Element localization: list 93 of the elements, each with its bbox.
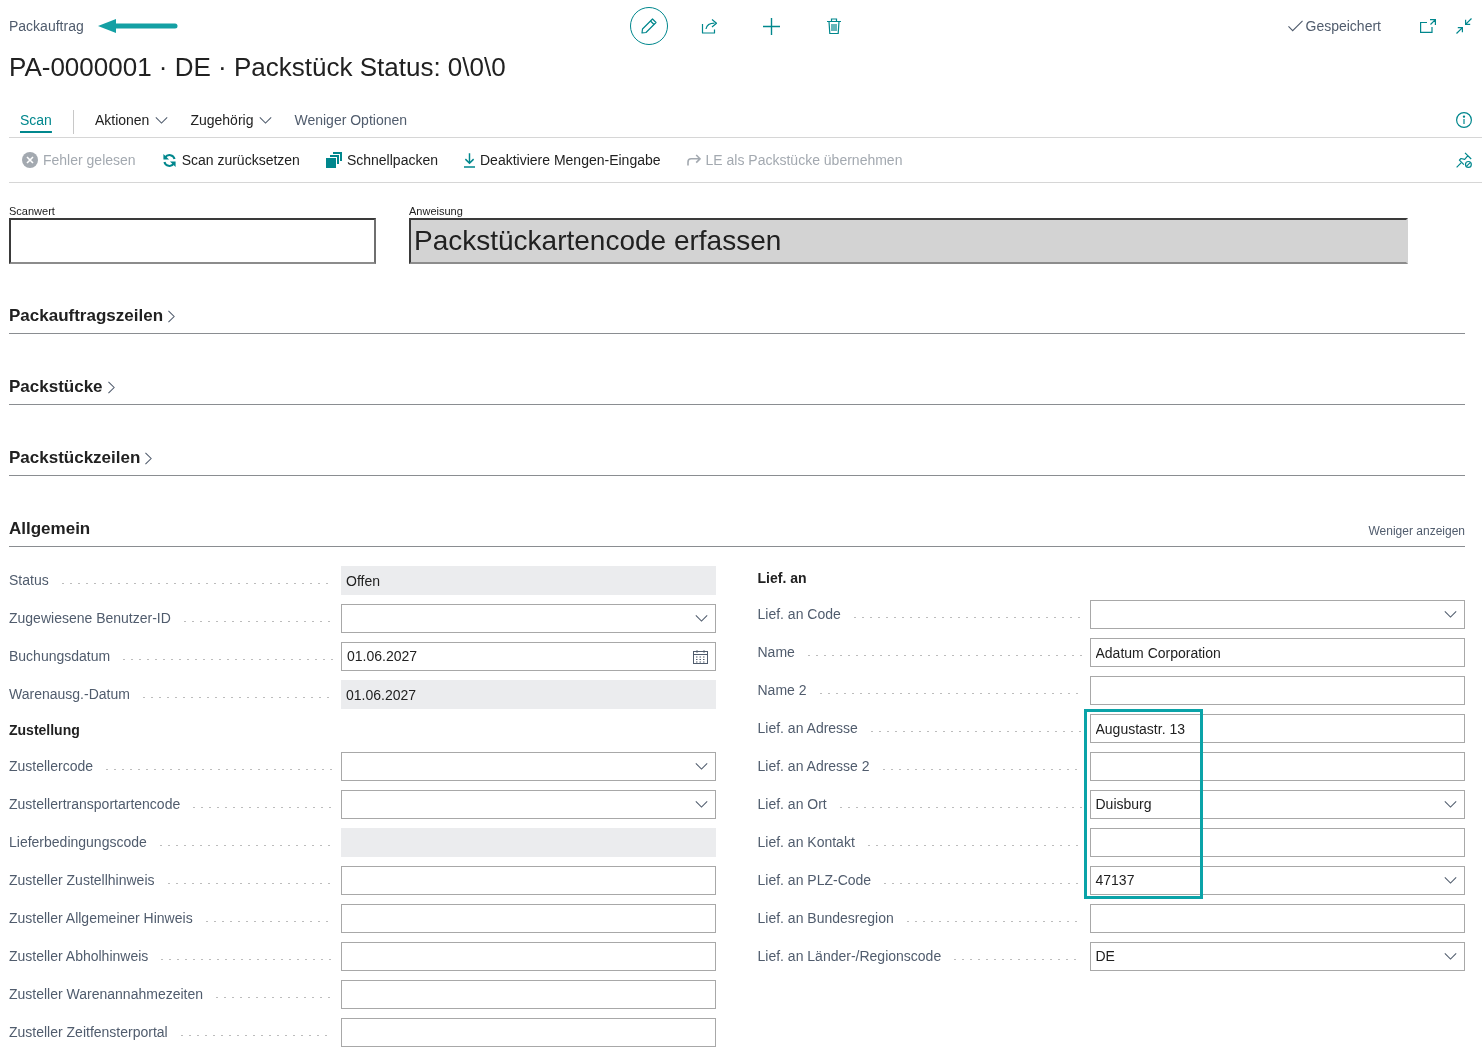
chevron-right-icon (145, 451, 153, 465)
page-title: PA-0000001 · DE · Packstück Status: 0\0\0 (8, 52, 507, 82)
info-icon (1456, 112, 1472, 128)
pencil-icon (640, 18, 657, 34)
refresh-icon (161, 152, 177, 168)
instruction-field[interactable]: Packstückartencode erfassen (409, 218, 1408, 264)
trash-icon (826, 18, 841, 34)
dropdown-field[interactable] (341, 752, 716, 781)
field-label: Zusteller Warenannahmezeiten (9, 985, 204, 1004)
field-label: Name 2 (757, 681, 807, 700)
breadcrumb: Packauftrag (9, 16, 84, 36)
text-field[interactable]: Augustastr. 13 (1089, 714, 1465, 743)
menu-button[interactable]: Aktionen (83, 106, 180, 134)
field-label: Zustellertransportartencode (9, 795, 181, 814)
field-label: Lief. an Code (757, 605, 841, 624)
chevron-down-icon (1443, 611, 1457, 618)
readonly-field[interactable]: 01.06.2027 (341, 680, 716, 709)
tab[interactable]: Scan (9, 106, 63, 134)
field-label: Warenausg.-Datum (9, 685, 130, 704)
calendar-icon (693, 649, 708, 664)
chevron-down-icon (155, 116, 169, 124)
open-in-new-window-button[interactable] (1418, 16, 1438, 36)
open-in-new-icon (1420, 19, 1436, 33)
text-field[interactable] (341, 904, 716, 933)
group-heading: Lief. an (757, 569, 808, 588)
group-heading: Zustellung (9, 721, 81, 740)
dropdown-field[interactable]: DE (1089, 942, 1465, 971)
field-label: Lief. an Adresse 2 (757, 757, 870, 776)
action-button[interactable]: Scan zurücksetzen (152, 144, 309, 176)
pin-icon (1456, 152, 1472, 168)
chevron-down-icon (1443, 877, 1457, 884)
field-label: Lief. an Länder-/Regionscode (757, 947, 942, 966)
chevron-down-icon (1443, 801, 1457, 808)
dropdown-field[interactable] (341, 604, 716, 633)
close-circle-icon (22, 152, 38, 168)
field-label: Buchungsdatum (9, 647, 111, 666)
forward-arrow-icon (686, 154, 701, 166)
field-label: Lieferbedingungscode (9, 833, 147, 852)
collapse-icon (1456, 18, 1472, 34)
action-button[interactable]: Deaktiviere Mengen-Eingabe (455, 144, 670, 176)
show-less-link[interactable]: Weniger anzeigen (1368, 521, 1465, 540)
date-field[interactable]: 01.06.2027 (341, 642, 716, 671)
field-label: Zusteller Abholhinweis (9, 947, 149, 966)
field-label: Lief. an Bundesregion (757, 909, 894, 928)
boxes-icon (325, 152, 342, 168)
dropdown-field[interactable] (341, 790, 716, 819)
field-label: Name (757, 643, 795, 662)
field-label: Lief. an Ort (757, 795, 827, 814)
chevron-down-icon (1443, 953, 1457, 960)
action-button[interactable]: Schnellpacken (316, 144, 447, 176)
section-header[interactable]: Packauftragszeilen (9, 304, 175, 328)
chevron-right-icon (168, 309, 175, 323)
section-header[interactable]: Packstücke (9, 375, 115, 399)
section-header[interactable]: Allgemein (9, 517, 91, 541)
chevron-down-icon (695, 615, 708, 622)
field-label: Lief. an PLZ-Code (757, 871, 872, 890)
text-field[interactable] (341, 942, 716, 971)
field-label: Anweisung (409, 204, 464, 218)
plus-icon (763, 17, 780, 35)
text-field[interactable]: Adatum Corporation (1089, 638, 1465, 667)
dropdown-field[interactable]: 47137 (1089, 866, 1465, 895)
toggle-link[interactable]: Weniger Optionen (283, 106, 419, 134)
text-field[interactable] (341, 866, 716, 895)
save-status: Gespeichert (1305, 16, 1381, 36)
text-field[interactable] (1089, 828, 1465, 857)
check-icon (1287, 20, 1303, 32)
field-label: Zugewiesene Benutzer-ID (9, 609, 171, 628)
text-field[interactable] (1089, 904, 1465, 933)
field-label: Status (9, 571, 49, 590)
text-field[interactable] (341, 980, 716, 1009)
field-label: Zusteller Allgemeiner Hinweis (9, 909, 193, 928)
field-label: Zusteller Zeitfensterportal (9, 1023, 168, 1042)
download-icon (464, 152, 475, 168)
collapse-button[interactable] (1454, 16, 1474, 36)
share-icon (701, 18, 718, 34)
chevron-right-icon (107, 380, 115, 394)
field-label: Lief. an Adresse (757, 719, 858, 738)
readonly-field[interactable]: Offen (341, 566, 716, 595)
dropdown-field[interactable]: Duisburg (1089, 790, 1465, 819)
text-field[interactable] (1089, 752, 1465, 781)
text-field[interactable] (341, 1018, 716, 1047)
section-header[interactable]: Packstückzeilen (9, 446, 153, 470)
menu-button[interactable]: Zugehörig (179, 106, 284, 134)
chevron-down-icon (695, 763, 708, 770)
field-label: Lief. an Kontakt (757, 833, 855, 852)
chevron-down-icon (695, 801, 708, 808)
dropdown-field[interactable] (1089, 600, 1465, 629)
field-label: Zustellercode (9, 757, 94, 776)
text-field[interactable] (1089, 676, 1465, 705)
scan-field[interactable] (9, 218, 376, 264)
chevron-down-icon (259, 116, 273, 124)
field-label: Zusteller Zustellhinweis (9, 871, 155, 890)
field-label: Scanwert (9, 204, 56, 218)
